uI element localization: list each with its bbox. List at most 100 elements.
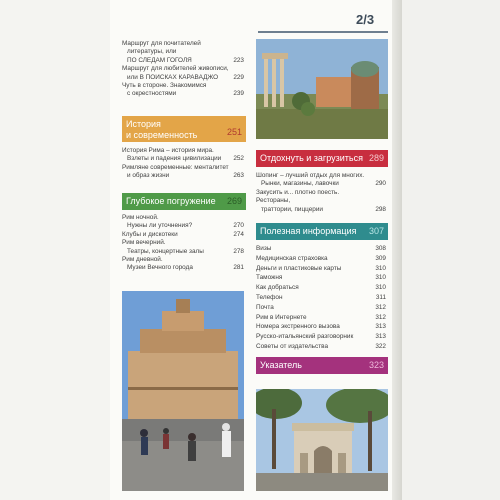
toc-entry-text: Медицинская страховка bbox=[256, 254, 328, 262]
section-header-rest[interactable]: Отдохнуть и загрузиться 289 bbox=[256, 150, 388, 167]
section-page: 251 bbox=[226, 127, 242, 137]
toc-entry-text: Рынки, магазины, лавочки bbox=[261, 180, 339, 188]
history-entries: История Рима – история мира. Взлеты и па… bbox=[122, 147, 244, 181]
toc-entry-text: Рим ночной. bbox=[122, 214, 159, 221]
toc-entry: Маршрут для любителей живописи, или В ПО… bbox=[122, 65, 244, 82]
toc-entry: Рим ночной. Нужны ли уточнения? 270 bbox=[122, 214, 244, 231]
toc-entry-page: 309 bbox=[375, 254, 386, 262]
toc-entry: История Рима – история мира. Взлеты и па… bbox=[122, 147, 244, 164]
toc-entry-text: Закусить и... плотно поесть. Рестораны, bbox=[256, 188, 340, 205]
toc-entry-page: 312 bbox=[375, 313, 386, 321]
section-page: 323 bbox=[368, 360, 384, 370]
toc-entry-text: литературы, или bbox=[127, 48, 177, 56]
toc-entry-page: 252 bbox=[233, 155, 244, 163]
toc-entry-text: Почта bbox=[256, 303, 274, 311]
toc-entry-text: Русско-итальянский разговорник bbox=[256, 333, 354, 341]
toc-entry-page: 310 bbox=[375, 274, 386, 282]
section-title-line: и современность bbox=[126, 130, 198, 140]
rest-entries: Шопинг – лучший отдых для многих. Рынки,… bbox=[256, 172, 386, 214]
toc-entry: Советы от издательства 322 bbox=[256, 342, 386, 352]
toc-entry-text: Маршрут для любителей живописи, bbox=[122, 65, 229, 73]
toc-entry-page: 308 bbox=[375, 245, 386, 252]
toc-entry-page: 311 bbox=[375, 293, 386, 301]
useful-entries: Визы 308 Медицинская страховка 309 Деньги … bbox=[256, 244, 386, 352]
toc-entry-text: и образ жизни bbox=[127, 172, 170, 180]
toc-entry-text: Шопинг – лучший отдых для многих. bbox=[256, 172, 365, 179]
toc-entry-text: Музеи Вечного города bbox=[127, 264, 193, 272]
toc-entry-page: 278 bbox=[233, 247, 244, 255]
toc-entry-page: 229 bbox=[233, 73, 244, 81]
toc-entry-text: Визы bbox=[256, 245, 272, 252]
section-page: 307 bbox=[368, 226, 384, 236]
toc-entry-page: 263 bbox=[233, 172, 244, 180]
toc-entry-page: 239 bbox=[233, 90, 244, 98]
toc-entry-page: 281 bbox=[233, 264, 244, 272]
toc-entry-text: Нужны ли уточнения? bbox=[127, 222, 193, 230]
toc-entry-text: или В ПОИСКАХ КАРАВАДЖО bbox=[127, 73, 219, 81]
toc-entry: Чуть в стороне. Знакомимся с окрестностя… bbox=[122, 82, 244, 99]
toc-entry: Русско-итальянский разговорник 313 bbox=[256, 332, 386, 342]
toc-entry-text: Как добраться bbox=[256, 284, 299, 292]
toc-entry-text: Взлеты и падения цивилизации bbox=[127, 155, 222, 163]
toc-entry-text: Клубы и дискотеки bbox=[122, 230, 178, 238]
toc-entry: Римляне современные: менталитет и образ … bbox=[122, 164, 244, 181]
toc-entry-text: Римляне современные: менталитет bbox=[122, 163, 229, 171]
page-number: 2/3 bbox=[356, 12, 375, 27]
toc-entry-text: с окрестностями bbox=[127, 90, 177, 98]
toc-entry-text: Рим дневной. bbox=[122, 256, 163, 264]
toc-entry-page: 322 bbox=[375, 342, 386, 350]
toc-entry: Рим в Интернете 312 bbox=[256, 313, 386, 323]
toc-entry-page: 310 bbox=[375, 264, 386, 272]
toc-entry-text: Телефон bbox=[256, 293, 283, 301]
toc-entry-page: 270 bbox=[233, 222, 244, 230]
toc-entry: Маршрут для почитателей литературы, или … bbox=[122, 40, 244, 65]
toc-entry: Как добраться 310 bbox=[256, 283, 386, 293]
toc-entry-text: Таможня bbox=[256, 274, 283, 282]
arch-of-constantine-photo bbox=[256, 389, 388, 491]
section-header-index[interactable]: Указатель 323 bbox=[256, 357, 388, 374]
toc-entry-page: 313 bbox=[375, 323, 386, 331]
toc-entry: Клубы и дискотеки 274 bbox=[122, 231, 244, 239]
section-header-useful[interactable]: Полезная информация 307 bbox=[256, 223, 388, 240]
section-page: 289 bbox=[368, 153, 384, 163]
section-title-line: История bbox=[126, 119, 161, 129]
toc-entry: Закусить и... плотно поесть. Рестораны, … bbox=[256, 189, 386, 214]
toc-entry: Рим вечерний. Театры, концертные залы 27… bbox=[122, 239, 244, 256]
castel-sant-angelo-photo bbox=[122, 291, 244, 491]
toc-entry-text: Советы от издательства bbox=[256, 342, 329, 350]
toc-entry-text: Номера экстренного вызова bbox=[256, 323, 340, 331]
page-edge bbox=[392, 0, 402, 500]
toc-top-list: Маршрут для почитателей литературы, или … bbox=[122, 40, 244, 99]
toc-entry-page: 313 bbox=[375, 333, 386, 341]
toc-entry: Телефон 311 bbox=[256, 293, 386, 303]
section-title: Указатель bbox=[260, 360, 302, 370]
toc-entry-page: 274 bbox=[233, 230, 244, 238]
top-rule bbox=[258, 31, 388, 33]
toc-entry-text: траттории, пиццерии bbox=[261, 205, 324, 213]
forum-ruins-photo bbox=[256, 39, 388, 139]
toc-entry-text: История Рима – история мира. bbox=[122, 147, 214, 154]
toc-entry-text: Маршрут для почитателей bbox=[122, 40, 201, 47]
toc-entry-text: Рим в Интернете bbox=[256, 313, 307, 321]
toc-entry-page: 312 bbox=[375, 303, 386, 311]
section-header-history[interactable]: История и современность 251 bbox=[122, 116, 246, 142]
section-page: 269 bbox=[226, 196, 242, 206]
section-title: Глубокое погружение bbox=[126, 196, 216, 206]
toc-entry-text: Деньги и пластиковые карты bbox=[256, 264, 342, 272]
toc-entry: Таможня 310 bbox=[256, 273, 386, 283]
deep-entries: Рим ночной. Нужны ли уточнения? 270 Клуб… bbox=[122, 214, 244, 273]
page-background-right bbox=[400, 0, 500, 500]
toc-entry-page: 298 bbox=[375, 205, 386, 213]
toc-entry: Шопинг – лучший отдых для многих. Рынки,… bbox=[256, 172, 386, 189]
toc-entry: Медицинская страховка 309 bbox=[256, 254, 386, 264]
section-title: Полезная информация bbox=[260, 226, 357, 236]
section-header-deep[interactable]: Глубокое погружение 269 bbox=[122, 193, 246, 210]
toc-entry: Рим дневной. Музеи Вечного города 281 bbox=[122, 256, 244, 273]
toc-entry-page: 223 bbox=[233, 56, 244, 64]
toc-entry: Деньги и пластиковые карты 310 bbox=[256, 264, 386, 274]
toc-entry: Визы 308 bbox=[256, 244, 386, 254]
toc-entry-text: Чуть в стороне. Знакомимся bbox=[122, 82, 207, 90]
toc-entry-text: Театры, концертные залы bbox=[127, 247, 204, 255]
toc-entry: Почта 312 bbox=[256, 303, 386, 313]
toc-entry-page: 310 bbox=[375, 284, 386, 292]
